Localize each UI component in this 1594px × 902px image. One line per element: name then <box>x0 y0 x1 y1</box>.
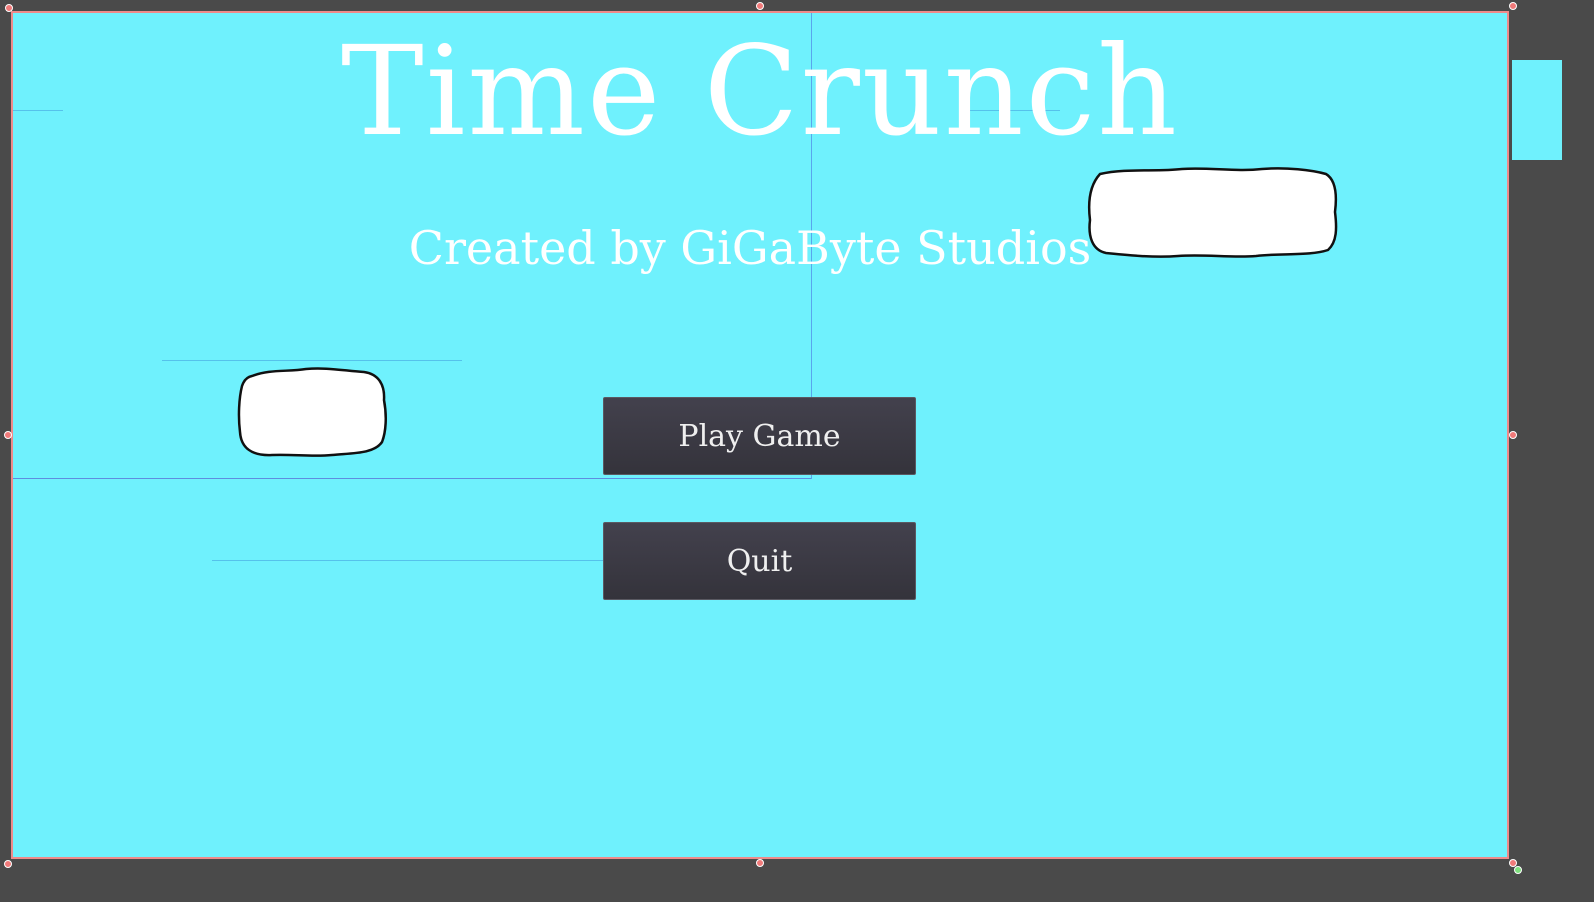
guide-line <box>13 478 811 479</box>
guide-line <box>162 360 462 361</box>
quit-label: Quit <box>726 543 793 579</box>
play-game-button[interactable]: Play Game <box>603 397 916 475</box>
resize-handle-bottom[interactable] <box>756 859 764 867</box>
resize-handle-top-right[interactable] <box>1509 2 1517 10</box>
cloud-small[interactable] <box>236 366 390 458</box>
resize-handle-left[interactable] <box>4 431 12 439</box>
play-game-label: Play Game <box>678 418 841 454</box>
guide-line <box>212 560 604 561</box>
resize-handle-right[interactable] <box>1509 431 1517 439</box>
game-title: Time Crunch <box>341 20 1179 164</box>
editor-stage: Time Crunch Created by GiGaByte Studios … <box>0 0 1594 902</box>
resize-handle-top[interactable] <box>756 2 764 10</box>
quit-button[interactable]: Quit <box>603 522 916 600</box>
cloud-large[interactable] <box>1086 166 1340 260</box>
anchor-handle[interactable] <box>1514 866 1522 874</box>
resize-handle-top-left[interactable] <box>5 4 13 12</box>
resize-handle-bottom-left[interactable] <box>4 860 12 868</box>
